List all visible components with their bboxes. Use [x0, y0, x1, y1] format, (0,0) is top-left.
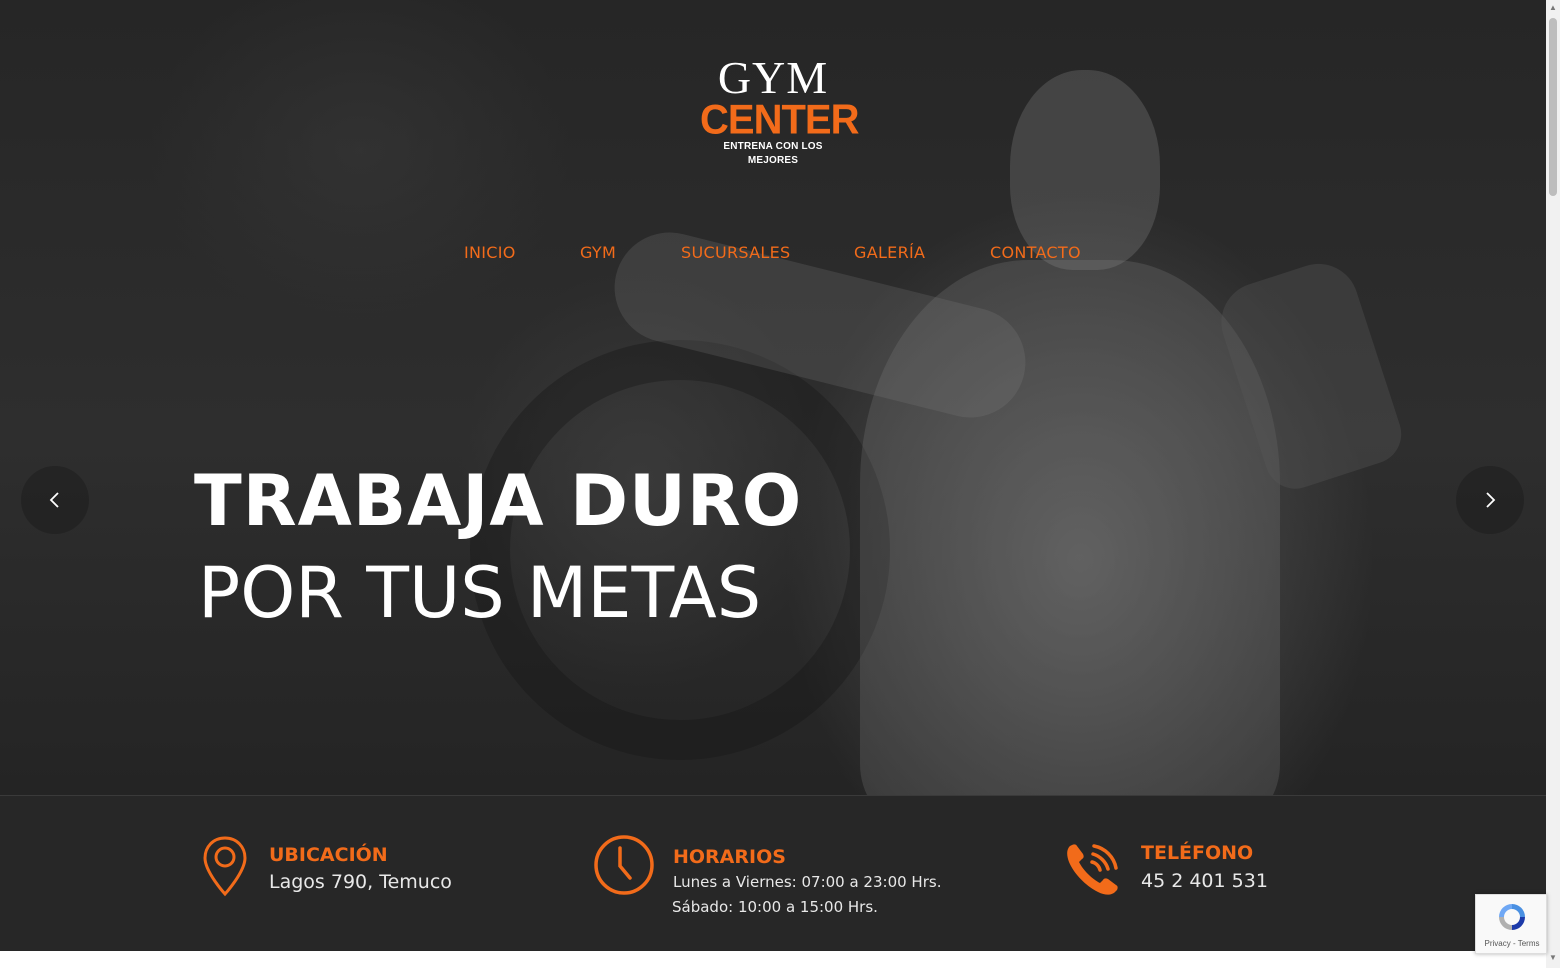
- nav-item-contacto[interactable]: CONTACTO: [990, 243, 1081, 262]
- athlete-head-shape: [1010, 70, 1160, 270]
- hours-saturday: Sábado: 10:00 a 15:00 Hrs.: [672, 898, 878, 916]
- location-title: UBICACIÓN: [269, 844, 388, 866]
- phone-value[interactable]: 45 2 401 531: [1141, 870, 1268, 892]
- recaptcha-badge[interactable]: Privacy - Terms: [1475, 894, 1547, 954]
- page-bottom-strip: [0, 951, 1560, 968]
- hours-weekdays: Lunes a Viernes: 07:00 a 23:00 Hrs.: [673, 873, 942, 891]
- recaptcha-links[interactable]: Privacy - Terms: [1476, 939, 1548, 948]
- site-logo[interactable]: GYM CENTER ENTRENA CON LOS MEJORES: [700, 52, 859, 168]
- clock-icon: [594, 835, 654, 895]
- nav-item-galeria[interactable]: GALERÍA: [854, 243, 925, 262]
- logo-tagline: ENTRENA CON LOS MEJORES: [723, 141, 823, 166]
- location-value: Lagos 790, Temuco: [269, 871, 452, 893]
- logo-line-center: CENTER: [700, 96, 859, 144]
- nav-item-gym[interactable]: GYM: [580, 243, 616, 262]
- info-bar: UBICACIÓN Lagos 790, Temuco HORARIOS Lun…: [0, 795, 1546, 951]
- phone-ringing-icon: [1067, 844, 1118, 895]
- slider-next-button[interactable]: [1456, 466, 1524, 534]
- recaptcha-icon: [1499, 904, 1525, 930]
- hero-headline-line1: TRABAJA DURO: [194, 460, 803, 542]
- vertical-scrollbar[interactable]: ▲ ▼: [1546, 0, 1560, 968]
- nav-item-sucursales[interactable]: SUCURSALES: [681, 243, 790, 262]
- chevron-left-icon: [49, 492, 59, 508]
- slider-prev-button[interactable]: [21, 466, 89, 534]
- map-pin-icon: [203, 836, 247, 897]
- nav-item-inicio[interactable]: INICIO: [464, 243, 516, 262]
- scroll-up-icon[interactable]: ▲: [1549, 4, 1557, 12]
- hero-headline: TRABAJA DURO POR TUS METAS: [194, 455, 802, 639]
- scroll-down-icon[interactable]: ▼: [1549, 954, 1557, 962]
- hours-title: HORARIOS: [673, 846, 786, 868]
- hero-headline-line2: POR TUS METAS: [198, 552, 762, 634]
- chevron-right-icon: [1486, 492, 1496, 508]
- scrollbar-thumb[interactable]: [1549, 18, 1557, 196]
- logo-line-gym: GYM: [717, 52, 829, 103]
- phone-title: TELÉFONO: [1141, 842, 1254, 864]
- hero-slider: GYM CENTER ENTRENA CON LOS MEJORES INICI…: [0, 0, 1546, 795]
